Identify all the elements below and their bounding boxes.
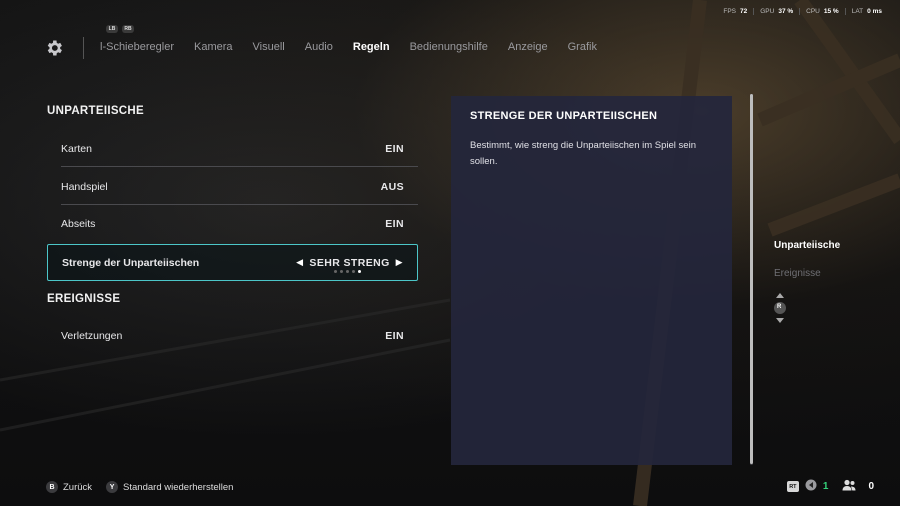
tab-accessibility[interactable]: Bedienungshilfe <box>410 41 488 53</box>
setting-row-cards[interactable]: Karten EIN <box>47 131 418 167</box>
jump-item-events[interactable]: Ereignisse <box>774 268 821 279</box>
social-status: RT 1 0 <box>786 479 874 494</box>
footer-hints: B Zurück Y Standard wiederherstellen <box>46 481 233 493</box>
setting-label: Verletzungen <box>61 330 123 342</box>
setting-value: EIN <box>385 218 404 230</box>
gpu-value: 37 % <box>778 8 794 15</box>
lat-label: LAT <box>851 8 864 15</box>
step-dot <box>334 270 337 273</box>
description-text: Bestimmt, wie streng die Unparteiischen … <box>470 140 696 167</box>
right-stick-label: R <box>777 304 782 310</box>
setting-label: Karten <box>61 143 92 155</box>
setting-value: EIN <box>385 330 404 342</box>
setting-label: Strenge der Unparteiischen <box>62 256 200 269</box>
performance-hud: FPS 72 GPU 37 % CPU 15 % LAT 0 ms <box>723 8 888 15</box>
section-title-events: EREIGNISSE <box>47 293 121 305</box>
tab-slider[interactable]: l-Schieberegler <box>100 41 174 53</box>
tab-rules[interactable]: Regeln <box>353 41 390 53</box>
setting-label: Handspiel <box>61 181 108 193</box>
step-dot <box>346 270 349 273</box>
online-count: 1 <box>822 481 829 492</box>
jump-item-referees[interactable]: Unparteiische <box>774 240 840 251</box>
scrollbar-thumb[interactable] <box>750 94 753 464</box>
tab-camera[interactable]: Kamera <box>194 41 233 53</box>
fps-value: 72 <box>740 8 748 15</box>
setting-row-offside[interactable]: Abseits EIN <box>47 206 418 242</box>
step-dot <box>340 270 343 273</box>
reset-defaults-button[interactable]: Y Standard wiederherstellen <box>106 481 233 493</box>
setting-row-referee-strictness[interactable]: Strenge der Unparteiischen ◀ SEHR STRENG… <box>47 244 418 281</box>
tab-display[interactable]: Anzeige <box>508 41 548 53</box>
tab-visual[interactable]: Visuell <box>253 41 285 53</box>
back-button[interactable]: B Zurück <box>46 481 92 493</box>
settings-tabs: l-Schieberegler Kamera Visuell Audio Reg… <box>100 41 597 53</box>
fps-label: FPS <box>723 8 736 15</box>
tab-graphics[interactable]: Grafik <box>568 41 597 53</box>
step-dot <box>352 270 355 273</box>
arrow-right-icon[interactable]: ▶ <box>396 257 403 268</box>
setting-row-handball[interactable]: Handspiel AUS <box>47 169 418 205</box>
description-title: STRENGE DER UNPARTEIISCHEN <box>470 110 658 122</box>
friends-online-icon <box>805 479 817 494</box>
setting-label: Abseits <box>61 218 96 230</box>
lat-value: 0 ms <box>867 8 882 15</box>
nav-divider <box>83 37 84 59</box>
setting-row-injuries[interactable]: Verletzungen EIN <box>47 318 418 354</box>
tab-audio[interactable]: Audio <box>305 41 333 53</box>
cpu-value: 15 % <box>823 8 839 15</box>
setting-value: EIN <box>385 143 404 155</box>
gpu-label: GPU <box>760 8 775 15</box>
party-icon[interactable] <box>842 479 856 494</box>
cpu-label: CPU <box>806 8 820 15</box>
arrow-left-icon[interactable]: ◀ <box>296 257 303 268</box>
scrollbar[interactable] <box>750 94 753 465</box>
strictness-selector[interactable]: ◀ SEHR STRENG ▶ <box>296 257 403 269</box>
description-panel: STRENGE DER UNPARTEIISCHEN Bestimmt, wie… <box>451 96 732 465</box>
party-count: 0 <box>868 481 874 492</box>
right-stick-icon: R <box>774 293 786 323</box>
rt-button-icon[interactable]: RT <box>786 481 799 492</box>
section-title-referees: UNPARTEIISCHE <box>47 105 144 117</box>
step-indicator <box>334 270 361 273</box>
setting-value: SEHR STRENG <box>309 256 390 269</box>
b-button-icon: B <box>46 481 58 493</box>
reset-label: Standard wiederherstellen <box>123 481 234 493</box>
gear-icon[interactable] <box>44 38 64 58</box>
step-dot-active <box>358 270 361 273</box>
bumper-hints: LB RB <box>106 25 134 33</box>
back-label: Zurück <box>63 481 93 493</box>
setting-value: AUS <box>380 181 404 193</box>
lb-button-icon[interactable]: LB <box>106 25 118 33</box>
rb-button-icon[interactable]: RB <box>122 25 134 33</box>
y-button-icon: Y <box>106 481 119 493</box>
